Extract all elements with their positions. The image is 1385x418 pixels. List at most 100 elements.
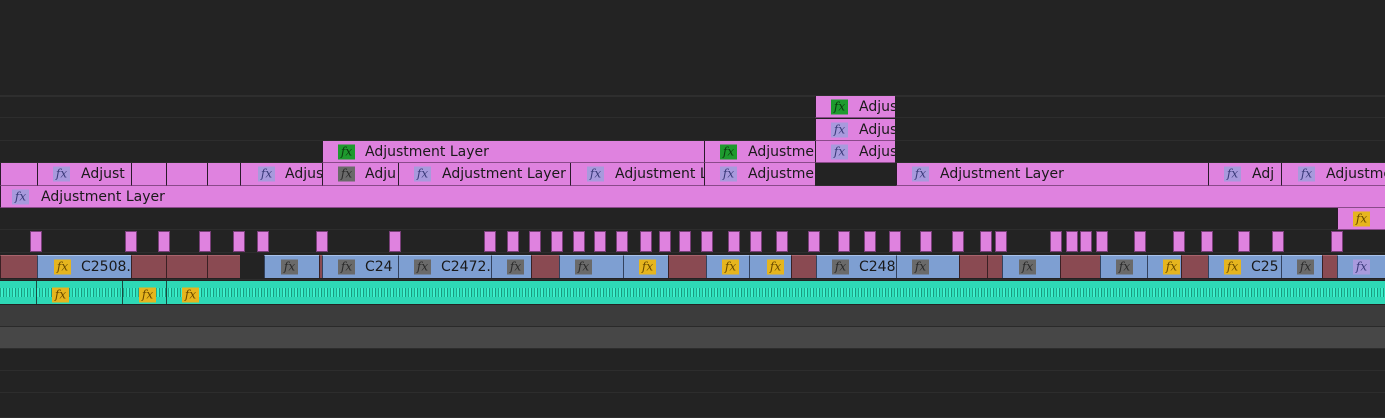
video-clip[interactable]: fx	[1147, 255, 1181, 278]
track-a6[interactable]	[0, 393, 1385, 418]
clip-marker[interactable]	[1096, 231, 1108, 252]
clip-marker[interactable]	[316, 231, 328, 252]
clip-marker[interactable]	[659, 231, 671, 252]
clip-marker[interactable]	[529, 231, 541, 252]
video-clip[interactable]	[131, 255, 166, 278]
video-clip[interactable]: fx	[1002, 255, 1060, 278]
video-clip[interactable]: fx C248	[816, 255, 896, 278]
clip-marker[interactable]	[808, 231, 820, 252]
adjustment-layer-clip[interactable]: fx Adjustment Layer	[322, 141, 704, 163]
adjustment-layer-clip[interactable]: fx Adjustme	[704, 141, 815, 163]
clip-marker[interactable]	[776, 231, 788, 252]
clip-marker[interactable]	[257, 231, 269, 252]
video-clip[interactable]: fx	[1337, 255, 1385, 278]
clip-marker[interactable]	[952, 231, 964, 252]
track-a4[interactable]	[0, 349, 1385, 371]
track-a3[interactable]	[0, 327, 1385, 349]
clip-marker[interactable]	[838, 231, 850, 252]
adjustment-layer-clip[interactable]: fx Adjustment La	[570, 163, 704, 186]
adjustment-layer-clip[interactable]	[0, 163, 37, 186]
adjustment-layer-clip[interactable]: fx Adjustme	[1281, 163, 1385, 186]
video-clip[interactable]	[207, 255, 240, 278]
adjustment-layer-clip[interactable]: fx Adjus	[815, 119, 895, 141]
video-clip[interactable]: fx	[749, 255, 791, 278]
clip-marker[interactable]	[701, 231, 713, 252]
adjustment-layer-clip[interactable]: fx Adjus	[815, 96, 895, 118]
clip-marker[interactable]	[389, 231, 401, 252]
clip-marker[interactable]	[573, 231, 585, 252]
video-clip[interactable]	[987, 255, 1002, 278]
clip-marker[interactable]	[728, 231, 740, 252]
video-clip[interactable]: fx	[264, 255, 319, 278]
clip-marker[interactable]	[1238, 231, 1250, 252]
track-v8[interactable]	[0, 119, 1385, 141]
fx-badge-icon: fx	[54, 259, 71, 275]
clip-marker[interactable]	[1080, 231, 1092, 252]
track-a5[interactable]	[0, 371, 1385, 393]
clip-marker[interactable]	[551, 231, 563, 252]
clip-marker[interactable]	[233, 231, 245, 252]
adjustment-layer-clip[interactable]: fx Adjustment Layer	[896, 163, 1208, 186]
video-clip[interactable]: fx	[1281, 255, 1322, 278]
clip-marker[interactable]	[1050, 231, 1062, 252]
audio-clip[interactable]: fx fx fx	[0, 281, 1385, 304]
adjustment-layer-clip[interactable]: fx Adjust	[37, 163, 131, 186]
clip-marker[interactable]	[1173, 231, 1185, 252]
adjustment-layer-clip[interactable]: fx Adjustme	[704, 163, 815, 186]
clip-marker[interactable]	[920, 231, 932, 252]
video-clip[interactable]: fx	[623, 255, 668, 278]
adjustment-layer-clip[interactable]	[131, 163, 166, 186]
video-clip[interactable]: fx C2508.	[37, 255, 131, 278]
adjustment-layer-clip[interactable]: fx Adjustment Layer	[0, 186, 1385, 208]
audio-waveform	[0, 288, 1385, 297]
clip-marker[interactable]	[1272, 231, 1284, 252]
adjustment-layer-clip[interactable]: fx Adjus	[240, 163, 322, 186]
video-clip[interactable]	[1322, 255, 1337, 278]
clip-marker[interactable]	[199, 231, 211, 252]
video-clip[interactable]	[1181, 255, 1208, 278]
clip-marker[interactable]	[125, 231, 137, 252]
adjustment-layer-clip[interactable]: fx	[1337, 208, 1385, 230]
clip-marker[interactable]	[864, 231, 876, 252]
video-clip[interactable]	[166, 255, 207, 278]
clip-marker[interactable]	[1331, 231, 1343, 252]
adjustment-layer-clip[interactable]: fx Adj	[1208, 163, 1281, 186]
clip-marker[interactable]	[679, 231, 691, 252]
clip-marker[interactable]	[507, 231, 519, 252]
adjustment-layer-clip[interactable]: fx Adjustment Layer	[398, 163, 570, 186]
video-clip[interactable]: fx C2472.	[398, 255, 491, 278]
clip-marker[interactable]	[640, 231, 652, 252]
video-clip[interactable]: fx C25	[1208, 255, 1281, 278]
video-clip[interactable]: fx	[1100, 255, 1147, 278]
video-clip[interactable]	[668, 255, 706, 278]
clip-marker[interactable]	[1066, 231, 1078, 252]
video-clip[interactable]: fx	[559, 255, 623, 278]
clip-marker[interactable]	[750, 231, 762, 252]
clip-marker[interactable]	[158, 231, 170, 252]
video-clip[interactable]: fx C24	[322, 255, 398, 278]
track-a2[interactable]	[0, 305, 1385, 327]
video-clip[interactable]	[959, 255, 987, 278]
video-clip[interactable]	[791, 255, 816, 278]
clip-marker[interactable]	[30, 231, 42, 252]
adjustment-layer-clip[interactable]: fx Adjus	[815, 141, 895, 163]
clip-marker[interactable]	[1134, 231, 1146, 252]
clip-marker[interactable]	[980, 231, 992, 252]
video-clip[interactable]	[531, 255, 559, 278]
clip-marker[interactable]	[995, 231, 1007, 252]
adjustment-layer-clip[interactable]: fx Adju	[322, 163, 398, 186]
track-v9[interactable]	[0, 96, 1385, 118]
video-clip[interactable]	[1060, 255, 1100, 278]
video-clip[interactable]	[0, 255, 37, 278]
adjustment-layer-clip[interactable]	[166, 163, 207, 186]
clip-marker[interactable]	[484, 231, 496, 252]
video-clip[interactable]: fx	[491, 255, 531, 278]
clip-marker[interactable]	[616, 231, 628, 252]
clip-marker[interactable]	[889, 231, 901, 252]
clip-marker[interactable]	[594, 231, 606, 252]
clip-marker[interactable]	[1201, 231, 1213, 252]
video-clip[interactable]: fx	[706, 255, 749, 278]
adjustment-layer-clip[interactable]	[207, 163, 240, 186]
track-v4[interactable]	[0, 208, 1385, 230]
video-clip[interactable]: fx	[896, 255, 959, 278]
